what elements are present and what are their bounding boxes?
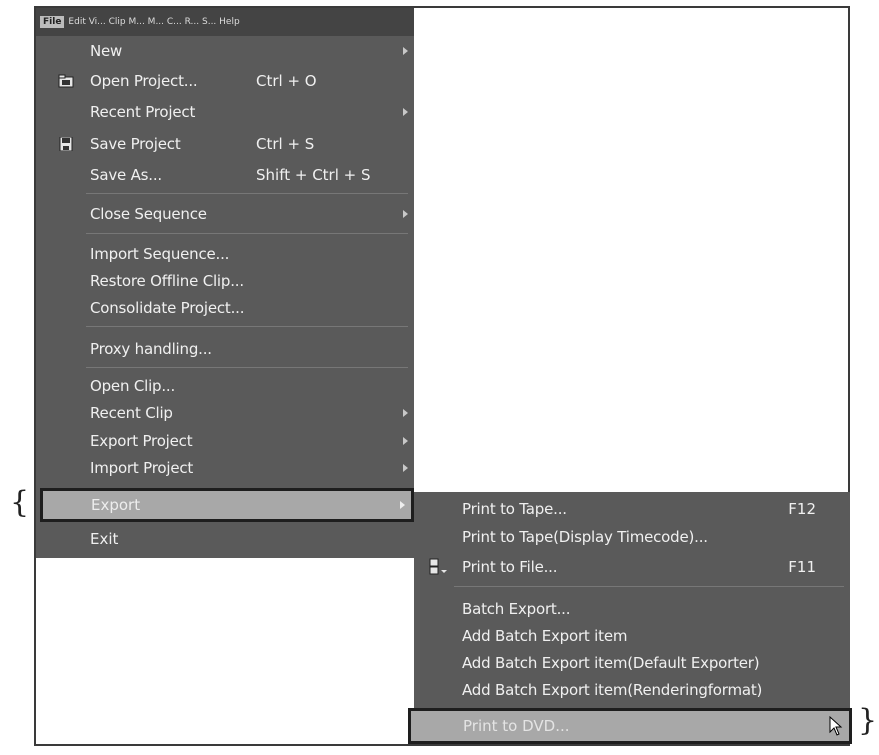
submenu-arrow-icon: [403, 409, 408, 417]
menu-item-import-project[interactable]: Import Project: [36, 455, 414, 481]
submenu-item-print-to-tape-timecode[interactable]: Print to Tape(Display Timecode)...: [414, 524, 850, 550]
menu-item-consolidate-project[interactable]: Consolidate Project...: [36, 295, 414, 321]
submenu-arrow-icon: [403, 210, 408, 218]
menu-separator: [86, 193, 408, 194]
right-brace-annotation: }: [858, 703, 878, 738]
submenu-item-add-batch-export-default[interactable]: Add Batch Export item(Default Exporter): [414, 650, 850, 676]
menu-item-open-project[interactable]: Open Project... Ctrl + O: [36, 68, 414, 94]
menu-item-save-project[interactable]: Save Project Ctrl + S: [36, 131, 414, 157]
floppy-disk-icon: [59, 137, 73, 151]
menu-item-close-sequence[interactable]: Close Sequence: [36, 201, 414, 227]
menu-separator: [454, 586, 844, 587]
left-brace-annotation: {: [10, 485, 30, 520]
menu-separator: [86, 367, 408, 368]
menu-item-export[interactable]: Export: [40, 488, 414, 522]
submenu-item-batch-export[interactable]: Batch Export...: [414, 596, 850, 622]
submenu-arrow-icon: [403, 108, 408, 116]
export-submenu: Print to Tape... F12 Print to Tape(Displ…: [414, 492, 850, 744]
submenu-item-add-batch-export-rendering[interactable]: Add Batch Export item(Renderingformat): [414, 677, 850, 703]
submenu-arrow-icon: [403, 47, 408, 55]
submenu-item-print-to-dvd[interactable]: Print to DVD...: [408, 708, 852, 744]
submenu-arrow-icon: [403, 437, 408, 445]
submenu-item-print-to-tape[interactable]: Print to Tape... F12: [414, 496, 850, 522]
submenu-arrow-icon: [403, 464, 408, 472]
menu-item-recent-project[interactable]: Recent Project: [36, 99, 414, 125]
menu-item-save-as[interactable]: Save As... Shift + Ctrl + S: [36, 162, 414, 188]
menu-separator: [86, 233, 408, 234]
menu-bar-other-items[interactable]: Edit Vi... Clip M... M... C... R... S...…: [68, 17, 239, 27]
menu-item-import-sequence[interactable]: Import Sequence...: [36, 241, 414, 267]
menu-item-recent-clip[interactable]: Recent Clip: [36, 400, 414, 426]
menu-item-restore-offline-clip[interactable]: Restore Offline Clip...: [36, 268, 414, 294]
menu-file[interactable]: File: [40, 16, 65, 28]
submenu-arrow-icon: [400, 501, 405, 509]
menu-item-new[interactable]: New: [36, 38, 414, 64]
menu-item-open-clip[interactable]: Open Clip...: [36, 373, 414, 399]
print-to-file-icon: [429, 558, 447, 575]
menu-item-proxy-handling[interactable]: Proxy handling...: [36, 336, 414, 362]
submenu-item-print-to-file[interactable]: Print to File... F11: [414, 554, 850, 580]
open-folder-icon: [58, 74, 74, 88]
menu-item-export-project[interactable]: Export Project: [36, 428, 414, 454]
menu-item-exit[interactable]: Exit: [36, 524, 414, 558]
file-menu-dropdown: New Open Project... Ctrl + O Recent Proj…: [36, 36, 414, 556]
submenu-item-add-batch-export-item[interactable]: Add Batch Export item: [414, 623, 850, 649]
menu-separator: [86, 326, 408, 327]
menu-bar: File Edit Vi... Clip M... M... C... R...…: [36, 8, 414, 36]
mouse-cursor-icon: [829, 716, 843, 736]
